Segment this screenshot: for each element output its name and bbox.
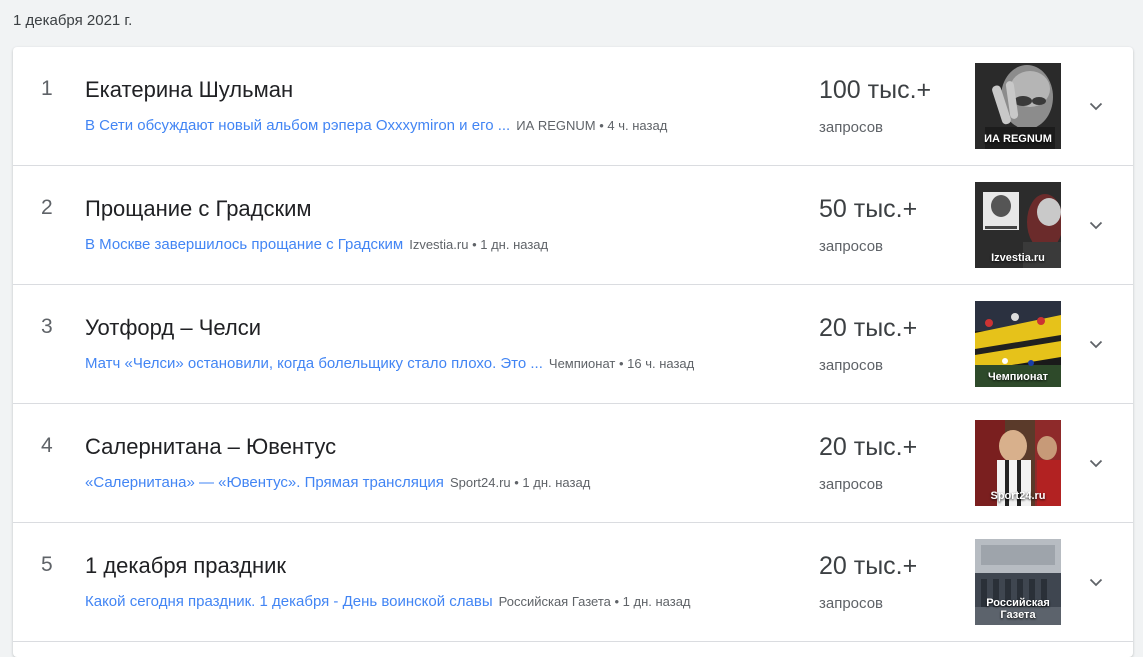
chevron-down-icon	[1089, 102, 1103, 111]
trend-rank: 2	[41, 196, 53, 219]
chevron-down-icon	[1089, 578, 1103, 587]
search-count-label: запросов	[819, 595, 884, 612]
news-line: В Москве завершилось прощание с Градским…	[85, 236, 785, 253]
news-source: Sport24.ru • 1 дн. назад	[449, 475, 591, 490]
trend-title[interactable]: Салернитана – Ювентус	[85, 434, 336, 460]
trend-row[interactable]: 3 Уотфорд – Челси Матч «Челси» остановил…	[13, 285, 1133, 404]
search-count: 100 тыс.+	[819, 76, 932, 104]
search-count-label: запросов	[819, 357, 884, 374]
search-count: 20 тыс.+	[819, 552, 918, 580]
news-link[interactable]: «Салернитана» — «Ювентус». Прямая трансл…	[85, 474, 444, 491]
news-line: В Сети обсуждают новый альбом рэпера Oxx…	[85, 117, 785, 134]
trend-row[interactable]: 1 Екатерина Шульман В Сети обсуждают нов…	[13, 47, 1133, 166]
chevron-down-icon	[1089, 221, 1103, 230]
expand-button[interactable]	[1083, 212, 1109, 238]
news-thumbnail[interactable]: ИА REGNUM	[975, 63, 1061, 149]
search-count-label: запросов	[819, 238, 884, 255]
trend-title[interactable]: Прощание с Градским	[85, 196, 312, 222]
news-line: Какой сегодня праздник. 1 декабря - День…	[85, 593, 785, 610]
expand-button[interactable]	[1083, 450, 1109, 476]
trend-title[interactable]: Уотфорд – Челси	[85, 315, 261, 341]
trend-title[interactable]: Екатерина Шульман	[85, 77, 293, 103]
news-thumbnail[interactable]: Российская Газета	[975, 539, 1061, 625]
news-thumbnail[interactable]: Чемпионат	[975, 301, 1061, 387]
news-link[interactable]: В Сети обсуждают новый альбом рэпера Oxx…	[85, 117, 510, 134]
thumbnail-caption: Izvestia.ru	[991, 252, 1045, 264]
news-line: «Салернитана» — «Ювентус». Прямая трансл…	[85, 474, 785, 491]
news-source: Чемпионат • 16 ч. назад	[548, 356, 695, 371]
news-source: Российская Газета • 1 дн. назад	[498, 594, 691, 609]
expand-button[interactable]	[1083, 331, 1109, 357]
trend-rank: 4	[41, 434, 53, 457]
search-count: 50 тыс.+	[819, 195, 918, 223]
trend-rank: 5	[41, 553, 53, 576]
news-line: Матч «Челси» остановили, когда болельщик…	[85, 355, 785, 372]
expand-button[interactable]	[1083, 569, 1109, 595]
search-count: 20 тыс.+	[819, 314, 918, 342]
news-thumbnail[interactable]: Sport24.ru	[975, 420, 1061, 506]
trends-list: 1 Екатерина Шульман В Сети обсуждают нов…	[13, 47, 1133, 657]
date-header: 1 декабря 2021 г.	[13, 12, 133, 29]
news-link[interactable]: Какой сегодня праздник. 1 декабря - День…	[85, 593, 493, 610]
thumbnail-caption: Sport24.ru	[990, 490, 1046, 502]
expand-button[interactable]	[1083, 93, 1109, 119]
news-link[interactable]: Матч «Челси» остановили, когда болельщик…	[85, 355, 543, 372]
thumbnail-caption: ИА REGNUM	[984, 133, 1052, 145]
chevron-down-icon	[1089, 340, 1103, 349]
trend-rank: 3	[41, 315, 53, 338]
chevron-down-icon	[1089, 459, 1103, 468]
search-count-label: запросов	[819, 476, 884, 493]
trend-row[interactable]: 4 Салернитана – Ювентус «Салернитана» — …	[13, 404, 1133, 523]
news-source: ИА REGNUM • 4 ч. назад	[516, 118, 668, 133]
trend-title[interactable]: 1 декабря праздник	[85, 553, 286, 579]
trend-row[interactable]: 2 Прощание с Градским В Москве завершило…	[13, 166, 1133, 285]
news-link[interactable]: В Москве завершилось прощание с Градским	[85, 236, 403, 253]
thumbnail-caption: Российская Газета	[986, 597, 1050, 621]
news-source: Izvestia.ru • 1 дн. назад	[409, 237, 549, 252]
news-thumbnail[interactable]: Izvestia.ru	[975, 182, 1061, 268]
thumbnail-caption: Чемпионат	[987, 371, 1049, 383]
search-count: 20 тыс.+	[819, 433, 918, 461]
trend-rank: 1	[41, 77, 53, 100]
trend-row[interactable]: 5 1 декабря праздник Какой сегодня празд…	[13, 523, 1133, 642]
search-count-label: запросов	[819, 119, 884, 136]
